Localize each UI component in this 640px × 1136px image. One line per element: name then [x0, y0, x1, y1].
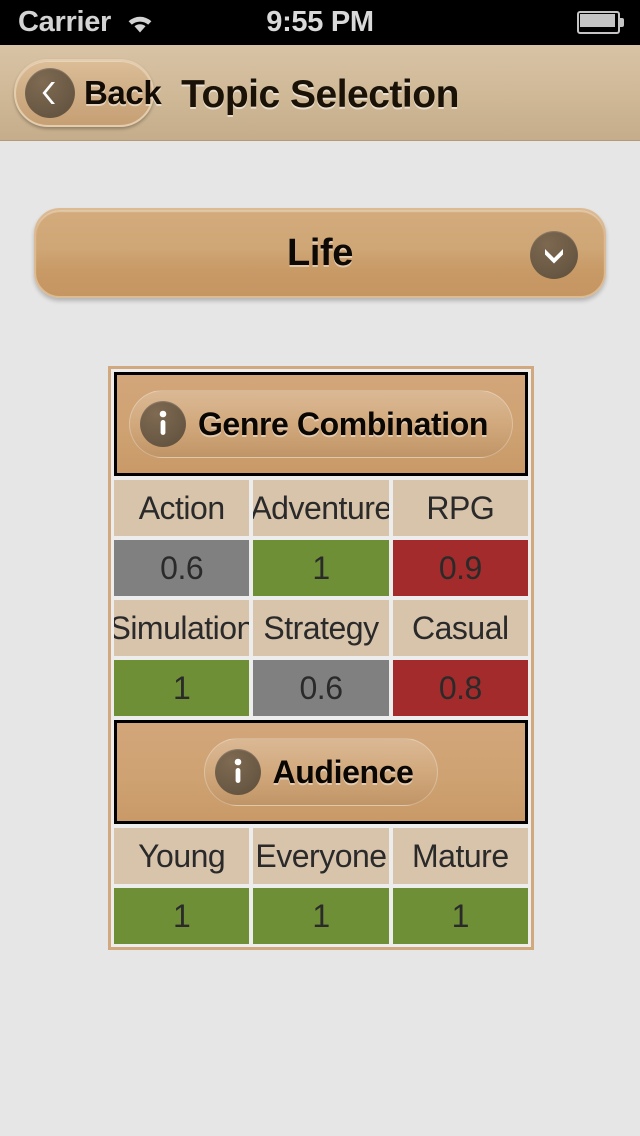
status-bar-time: 9:55 PM	[266, 6, 374, 38]
table-row: Simulation Strategy Casual	[114, 600, 528, 656]
section-info-button[interactable]: Genre Combination	[128, 390, 514, 458]
status-bar: Carrier 9:55 PM	[0, 0, 640, 45]
category-label-cell: Mature	[392, 828, 528, 884]
category-label-cell: Everyone	[253, 828, 389, 884]
page-title: Topic Selection	[181, 73, 459, 116]
table-row: 0.6 1 0.9	[114, 540, 528, 596]
topic-dropdown-value: Life	[287, 231, 353, 274]
category-label-cell: Adventure	[253, 480, 389, 536]
category-value-cell: 0.8	[392, 660, 528, 716]
table-row: Action Adventure RPG	[114, 480, 528, 536]
chevron-down-icon[interactable]	[530, 231, 578, 279]
table-row: 111	[114, 888, 528, 944]
navigation-bar: Back Topic Selection	[0, 45, 640, 141]
battery-icon	[577, 11, 624, 34]
category-label-cell: RPG	[392, 480, 528, 536]
category-label-cell: Strategy	[253, 600, 389, 656]
category-value-cell: 1	[114, 888, 250, 944]
category-value-cell: 1	[253, 888, 389, 944]
section-title: Genre Combination	[197, 405, 489, 442]
category-value-cell: 0.6	[114, 540, 250, 596]
info-icon	[139, 401, 186, 447]
table-row: 1 0.6 0.8	[114, 660, 528, 716]
table-row: Young Everyone Mature	[114, 828, 528, 884]
section-header-audience[interactable]: Audience	[114, 720, 528, 824]
category-label-cell: Young	[114, 828, 250, 884]
info-icon	[214, 749, 261, 795]
category-value-cell: 0.6	[253, 660, 389, 716]
section-header-genre-combination[interactable]: Genre Combination	[114, 372, 528, 476]
section-title: Audience	[272, 753, 414, 790]
category-value-cell: 1	[114, 660, 250, 716]
category-label-cell: Action	[114, 480, 250, 536]
topic-dropdown-button[interactable]: Life	[34, 208, 606, 298]
category-value-cell: 0.9	[392, 540, 528, 596]
section-info-button[interactable]: Audience	[203, 738, 439, 806]
category-label-cell: Simulation	[114, 600, 250, 656]
topic-stats-panel: Genre Combination Action Adventure RPG 0.6 1 0…	[108, 366, 534, 950]
category-value-cell: 1	[392, 888, 528, 944]
category-label-cell: Casual	[392, 600, 528, 656]
category-value-cell: 1	[253, 540, 389, 596]
